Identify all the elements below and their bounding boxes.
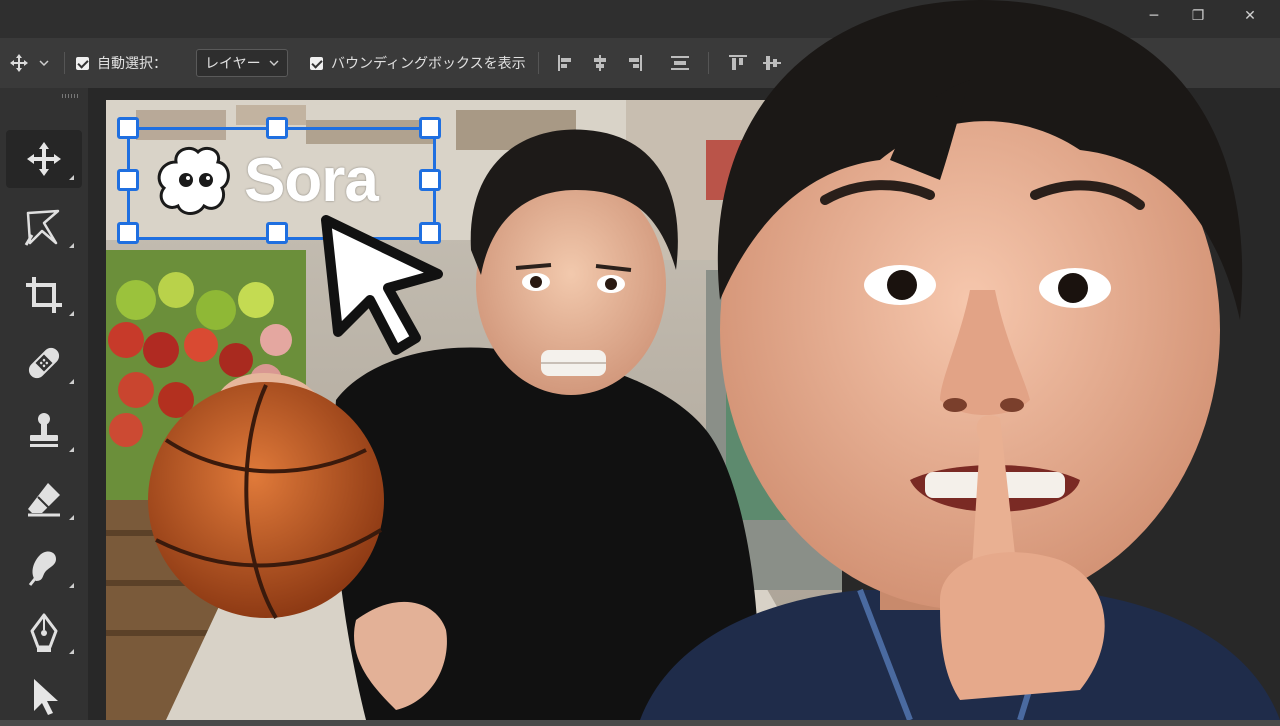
- pen-tool[interactable]: [6, 604, 82, 662]
- panel-grip[interactable]: [62, 94, 80, 98]
- transform-handle-top[interactable]: [266, 117, 288, 139]
- arrow-icon: [34, 679, 58, 715]
- transform-handle-left[interactable]: [117, 169, 139, 191]
- pen-icon: [30, 613, 58, 652]
- checkbox-checked-icon: [310, 56, 323, 70]
- healing-tool[interactable]: [6, 334, 82, 392]
- bandage-icon: [28, 347, 60, 379]
- move-icon: [10, 54, 28, 72]
- divider: [64, 52, 65, 74]
- show-bounding-box-checkbox[interactable]: バウンディングボックスを表示: [310, 50, 526, 76]
- transform-handle-top-right[interactable]: [419, 117, 441, 139]
- auto-select-value: レイヤー: [205, 56, 261, 72]
- transform-handle-right[interactable]: [419, 169, 441, 191]
- portrait-photo: [640, 0, 1280, 720]
- align-left-icon[interactable]: [556, 54, 576, 72]
- eraser-icon: [28, 483, 60, 517]
- chevron-down-icon: [39, 60, 49, 67]
- transform-handle-bottom[interactable]: [266, 222, 288, 244]
- transform-handle-bottom-left[interactable]: [117, 222, 139, 244]
- crop-icon: [26, 277, 62, 313]
- thumbnail-portrait: [640, 0, 1280, 720]
- mouse-cursor-icon: [321, 215, 443, 355]
- checkbox-checked-icon: [76, 56, 89, 70]
- smudge-tool[interactable]: [6, 538, 82, 596]
- move-tool-preset[interactable]: [8, 50, 50, 76]
- move-tool[interactable]: [6, 130, 82, 188]
- selection-tool[interactable]: [6, 668, 82, 726]
- auto-select-checkbox[interactable]: 自動選択：: [76, 50, 167, 76]
- divider: [538, 52, 539, 74]
- lasso-tool[interactable]: [6, 198, 82, 256]
- show-bounding-box-label: バウンディングボックスを表示: [331, 56, 526, 72]
- move-icon: [27, 142, 61, 176]
- transform-handle-top-left[interactable]: [117, 117, 139, 139]
- auto-select-label: 自動選択：: [97, 56, 167, 72]
- crop-tool[interactable]: [6, 266, 82, 324]
- stamp-tool[interactable]: [6, 402, 82, 460]
- chevron-down-icon: [269, 60, 279, 66]
- stamp-icon: [30, 413, 58, 447]
- eraser-tool[interactable]: [6, 470, 82, 528]
- auto-select-dropdown[interactable]: レイヤー: [196, 49, 288, 77]
- lasso-icon: [24, 209, 60, 246]
- align-center-icon[interactable]: [590, 54, 610, 72]
- smudge-icon: [28, 551, 56, 586]
